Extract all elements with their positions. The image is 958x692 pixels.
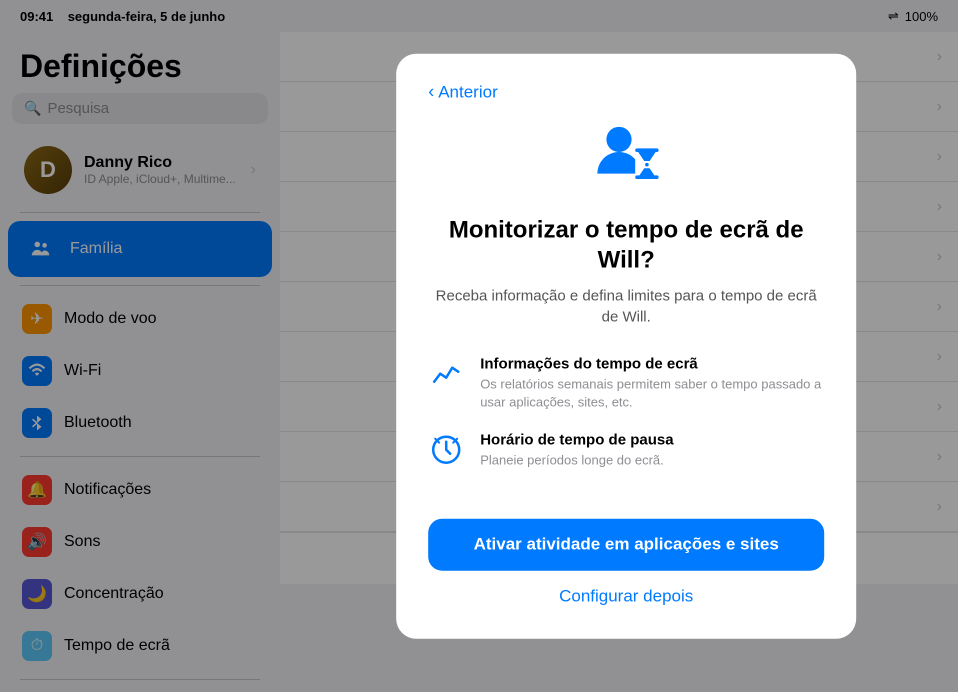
modal-features: Informações do tempo de ecrã Os relatóri… (428, 356, 824, 491)
back-label: Anterior (438, 82, 498, 102)
back-button[interactable]: ‹ Anterior (428, 82, 498, 103)
feature-info-text: Informações do tempo de ecrã Os relatóri… (480, 356, 824, 412)
secondary-button[interactable]: Configurar depois (559, 586, 693, 606)
modal: ‹ Anterior Monitorizar o tempo de ecrã d… (396, 54, 856, 639)
feature-pausa-text: Horário de tempo de pausa Planeie períod… (480, 432, 824, 470)
ipad-screen: 09:41 segunda-feira, 5 de junho ⇌ 100% D… (0, 0, 958, 692)
feature-pausa-icon (428, 432, 464, 468)
feature-pausa-desc: Planeie períodos longe do ecrã. (480, 452, 824, 470)
feature-info-desc: Os relatórios semanais permitem saber o … (480, 376, 824, 412)
feature-info: Informações do tempo de ecrã Os relatóri… (428, 356, 824, 412)
primary-button[interactable]: Ativar atividade em aplicações e sites (428, 518, 824, 570)
modal-title: Monitorizar o tempo de ecrã de Will? (428, 216, 824, 276)
feature-info-title: Informações do tempo de ecrã (480, 356, 824, 373)
feature-info-icon (428, 356, 464, 392)
modal-subtitle: Receba informação e defina limites para … (428, 286, 824, 328)
feature-pausa: Horário de tempo de pausa Planeie períod… (428, 432, 824, 470)
feature-pausa-title: Horário de tempo de pausa (480, 432, 824, 449)
back-chevron-icon: ‹ (428, 82, 434, 103)
modal-icon (590, 119, 662, 196)
